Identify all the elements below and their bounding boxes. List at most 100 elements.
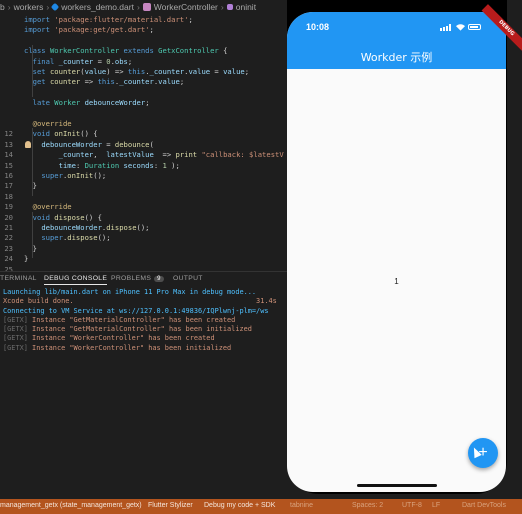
chevron-right-icon: › (7, 1, 11, 12)
code-token: = (93, 56, 107, 66)
tab-problems-label: PROBLEMS (111, 275, 152, 282)
code-line[interactable]: 12 void onInit() { (0, 129, 290, 139)
code-token: value (223, 67, 245, 76)
line-number: 23 (4, 243, 13, 253)
code-line[interactable] (0, 109, 290, 119)
code-text: final _counter = 0.obs; (24, 56, 133, 67)
code-token: } (24, 181, 37, 191)
status-icons (440, 23, 481, 31)
code-line[interactable]: set counter(value) => this._counter.valu… (0, 67, 290, 77)
app-bar: 10:08 Workder 示例 (287, 12, 506, 69)
breadcrumb-item[interactable]: b (0, 2, 5, 12)
code-line[interactable]: get counter => this._counter.value; (0, 77, 290, 87)
code-token: _counter (149, 67, 185, 76)
code-token: counter (49, 77, 81, 87)
console-line: [GETX] Instance "WorkerController" has b… (3, 334, 289, 343)
dart-file-icon (50, 2, 60, 11)
code-text: set counter(value) => this._counter.valu… (24, 67, 249, 77)
code-token: final (32, 56, 59, 66)
code-token: () { (80, 129, 98, 139)
console-prefix: [GETX] (3, 334, 28, 343)
code-line[interactable]: @override (0, 119, 290, 129)
code-token: late (32, 98, 55, 108)
status-bar-item[interactable]: Dart DevTools (462, 502, 506, 509)
breadcrumb-item[interactable]: WorkerController (154, 2, 218, 12)
code-token: extends (123, 46, 159, 56)
code-token: value (158, 77, 180, 87)
code-line[interactable]: import 'package:flutter/material.dart'; (0, 15, 290, 25)
code-token: "callback: $latestV (201, 150, 284, 160)
code-line[interactable]: 21 debounceWorder.dispose(); (0, 223, 290, 233)
code-token: ( (149, 139, 154, 149)
code-line[interactable]: class WorkerController extends GetxContr… (0, 46, 290, 56)
code-line[interactable]: 22 super.dispose(); (0, 233, 290, 243)
code-token: => (80, 77, 98, 87)
console-text: Instance "WorkerController" has been cre… (27, 334, 215, 343)
code-line[interactable]: import 'package:get/get.dart'; (0, 25, 290, 35)
status-bar-item[interactable]: Flutter Stylizer (148, 502, 193, 509)
home-indicator (357, 484, 437, 487)
code-token: void (32, 129, 55, 139)
tab-debug-console[interactable]: DEBUG CONSOLE (44, 275, 108, 285)
console-text: Launching lib/main.dart on iPhone 11 Pro… (3, 288, 257, 296)
code-line[interactable]: 18 (0, 192, 290, 202)
tab-output[interactable]: OUTPUT (173, 275, 203, 282)
console-line: [GETX] Instance "GetMaterialController" … (3, 316, 289, 325)
code-line[interactable]: final _counter = 0.obs; (0, 57, 290, 67)
status-bar-item[interactable]: tabnine (290, 502, 313, 509)
code-line[interactable]: 23 } (0, 244, 290, 254)
breadcrumb-item[interactable]: workers_demo.dart (61, 2, 134, 12)
code-line[interactable]: 17 } (0, 181, 290, 191)
code-line[interactable]: 20 void dispose() { (0, 213, 290, 223)
method-icon (226, 3, 233, 10)
code-text: } (24, 181, 37, 191)
breadcrumb-item[interactable]: workers (14, 2, 44, 12)
app-title: Workder 示例 (360, 51, 433, 64)
line-number: 15 (4, 160, 13, 170)
code-line[interactable]: 15 time: Duration seconds: 1 ); (0, 161, 290, 171)
code-token: @override (32, 119, 72, 128)
code-text: void onInit() { (24, 129, 98, 139)
line-number: 20 (4, 212, 13, 222)
status-bar-item[interactable]: UTF-8 (402, 502, 422, 509)
status-bar-item[interactable]: LF (432, 502, 440, 509)
console-prefix: [GETX] (3, 325, 28, 334)
code-line[interactable]: 16 super.onInit(); (0, 171, 290, 181)
code-token: (); (136, 223, 150, 232)
code-text: class WorkerController extends GetxContr… (24, 46, 227, 56)
line-number: 13 (4, 139, 13, 149)
code-token: debounceWorder (84, 98, 146, 108)
console-text: Instance "GetMaterialController" has bee… (27, 315, 236, 324)
code-token: (); (97, 233, 111, 243)
code-token: dispose (54, 212, 85, 222)
code-editor[interactable]: import 'package:flutter/material.dart'; i… (0, 12, 290, 274)
code-text: import 'package:get/get.dart'; (24, 25, 154, 35)
code-line[interactable] (0, 36, 290, 46)
code-line[interactable]: late Worker debounceWorder; (0, 98, 290, 108)
status-bar-item[interactable]: Debug my code + SDK (204, 502, 275, 509)
signal-icon (440, 24, 452, 31)
code-line[interactable]: 19 @override (0, 202, 290, 212)
breadcrumb-item[interactable]: oninit (236, 2, 256, 12)
code-line[interactable]: 14 _counter, latestValue => print "callb… (0, 150, 290, 160)
code-token: _counter (119, 77, 154, 87)
code-token: } (24, 254, 29, 264)
line-number: 17 (4, 181, 13, 191)
lightbulb-icon[interactable] (25, 140, 31, 148)
code-line[interactable] (0, 88, 290, 98)
tab-problems[interactable]: PROBLEMS 9 (111, 275, 164, 282)
code-token: ; (179, 77, 185, 87)
status-bar-item[interactable]: management_getx (state_management_getx) (0, 502, 142, 509)
code-line[interactable]: 24} (0, 254, 290, 264)
status-bar-item[interactable]: Spaces: 2 (352, 502, 383, 509)
code-text: super.dispose(); (24, 233, 111, 243)
line-number: 12 (4, 129, 13, 139)
code-line[interactable]: 13 debounceWorder = debounce( (0, 140, 290, 150)
tab-terminal[interactable]: TERMINAL (0, 275, 37, 282)
code-token: import (24, 25, 55, 35)
